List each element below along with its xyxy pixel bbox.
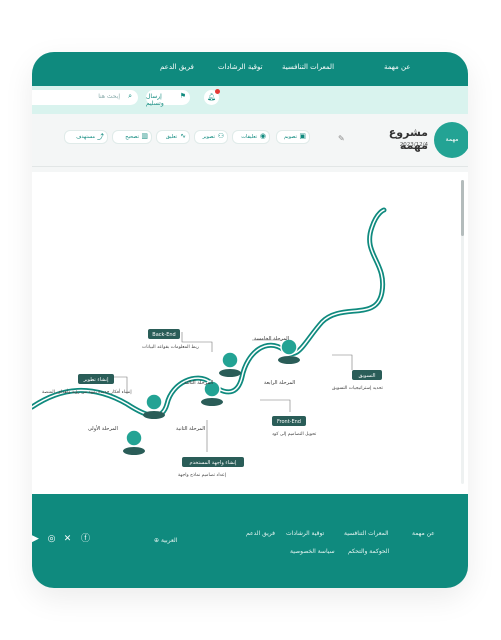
- svg-text:إنشاء تطوير: إنشاء تطوير: [83, 377, 110, 383]
- description-ui: إعداد تصاميم نماذج واجهة: [178, 473, 226, 478]
- tool-button-3[interactable]: تصوير ⚇: [194, 130, 228, 144]
- roadmap-diagram: Back-End إنشاء تطوير Front-End إنشاء واج…: [32, 207, 387, 478]
- svg-text:Back-End: Back-End: [152, 332, 175, 338]
- footer-link-guidance[interactable]: توقية الرشادات: [286, 530, 324, 537]
- footer-language[interactable]: ⊕ العربية: [154, 537, 177, 544]
- roadmap-canvas: Back-End إنشاء تطوير Front-End إنشاء واج…: [32, 172, 468, 494]
- tool-button-1[interactable]: تصويم ▣: [276, 130, 310, 144]
- notification-button[interactable]: 🔔︎: [204, 89, 220, 105]
- footer: ⊕ العربية عن مهمة المعرات التنافسية توقي…: [32, 494, 468, 588]
- stage-title-5: المرحلة الخامسة: [254, 336, 289, 342]
- stage-title-2: المرحلة الثانية: [176, 426, 205, 432]
- edit-icon[interactable]: ✎: [338, 134, 345, 143]
- search-input[interactable]: إبحث هنا ⌕: [32, 90, 138, 105]
- stage-title-1: المرحلة الأولى: [88, 425, 118, 432]
- description-front-end: تحويل التصاميم إلى كود: [272, 431, 317, 437]
- project-date: 2023/12/4: [399, 142, 428, 148]
- label-ui: إنشاء واجهة المستخدم: [182, 457, 244, 467]
- nav-link-guidance[interactable]: توقية الرشادات: [218, 63, 263, 71]
- milestone-pin[interactable]: [143, 393, 165, 419]
- tool-label: تعليق: [165, 134, 177, 140]
- svg-text:إنشاء واجهة المستخدم: إنشاء واجهة المستخدم: [190, 460, 238, 466]
- x-icon[interactable]: ✕: [62, 534, 73, 545]
- label-front-end: Front-End: [272, 416, 306, 426]
- tool-button-6[interactable]: مستهدف ⤴: [64, 130, 108, 144]
- globe-icon: ⊕: [154, 537, 160, 544]
- project-logo: مهمة: [434, 122, 468, 158]
- activity-icon: ∿: [180, 132, 186, 140]
- milestone-pin[interactable]: [123, 429, 145, 455]
- youtube-icon[interactable]: ▶: [32, 534, 41, 545]
- scrollbar-thumb[interactable]: [461, 180, 464, 236]
- top-navigation: عن مهمة المعرات التنافسية توقية الرشادات…: [32, 52, 468, 86]
- trend-icon: ⤴: [97, 133, 104, 141]
- stage-title-4: المرحلة الرابعة: [264, 380, 295, 386]
- nav-link-competitions[interactable]: المعرات التنافسية: [282, 63, 334, 71]
- label-marketing: التسويق: [352, 370, 382, 380]
- footer-link-competitions[interactable]: المعرات التنافسية: [344, 530, 389, 537]
- tool-label: تصويم: [283, 134, 297, 140]
- bell-icon: 🔔︎: [207, 93, 216, 101]
- description-back-end: ربط المعلومات بقواعد البيانات: [142, 345, 199, 350]
- svg-text:التسويق: التسويق: [358, 373, 375, 379]
- search-placeholder: إبحث هنا: [98, 93, 120, 100]
- project-title: مشروع مهمة: [388, 126, 428, 152]
- tool-label: تعليقات: [241, 134, 257, 140]
- app-window: عن مهمة المعرات التنافسية توقية الرشادات…: [32, 52, 468, 588]
- description-marketing: تحديد إستراتيجيات التسويق: [332, 386, 384, 391]
- milestone-pin[interactable]: [219, 351, 241, 377]
- footer-link-about[interactable]: عن مهمة: [412, 530, 435, 537]
- label-develop: إنشاء تطوير: [78, 374, 114, 384]
- footer-link-support[interactable]: فريق الدعم: [246, 530, 275, 537]
- tool-button-2[interactable]: تعليقات ◉: [232, 130, 270, 144]
- footer-link-governance[interactable]: الحوكمة والتحكم: [348, 548, 389, 555]
- tool-button-5[interactable]: تصحيح ▥: [112, 130, 152, 144]
- tool-label: تصحيح: [125, 134, 139, 140]
- tool-label: مستهدف: [76, 134, 95, 140]
- tool-button-4[interactable]: تعليق ∿: [156, 130, 190, 144]
- svg-text:Front-End: Front-End: [277, 419, 301, 425]
- calendar-icon: ▣: [299, 132, 306, 140]
- instagram-icon[interactable]: ◎: [46, 534, 57, 545]
- tool-label: تصوير: [202, 134, 215, 140]
- nav-link-support[interactable]: فريق الدعم: [160, 63, 194, 71]
- send-button[interactable]: إرسال وتسليم ⚑: [146, 90, 190, 107]
- nav-link-about[interactable]: عن مهمة: [384, 63, 411, 71]
- description-develop: إنشاء أفكار جديدة يمهد من رؤية وأهداف ال…: [42, 388, 132, 395]
- facebook-icon[interactable]: ⓕ: [80, 534, 91, 545]
- comment-icon: ◉: [259, 132, 266, 140]
- notification-dot: [215, 89, 220, 94]
- stage-title-3: المرحلة الثالثة: [184, 380, 213, 386]
- label-back-end: Back-End: [148, 329, 180, 339]
- send-label: إرسال وتسليم: [146, 93, 164, 107]
- flag-icon: ⚑: [179, 92, 186, 100]
- footer-link-privacy[interactable]: سياسة الخصوصية: [290, 548, 335, 555]
- chart-icon: ▥: [141, 132, 148, 140]
- users-icon: ⚇: [217, 132, 224, 140]
- search-icon: ⌕: [128, 92, 132, 100]
